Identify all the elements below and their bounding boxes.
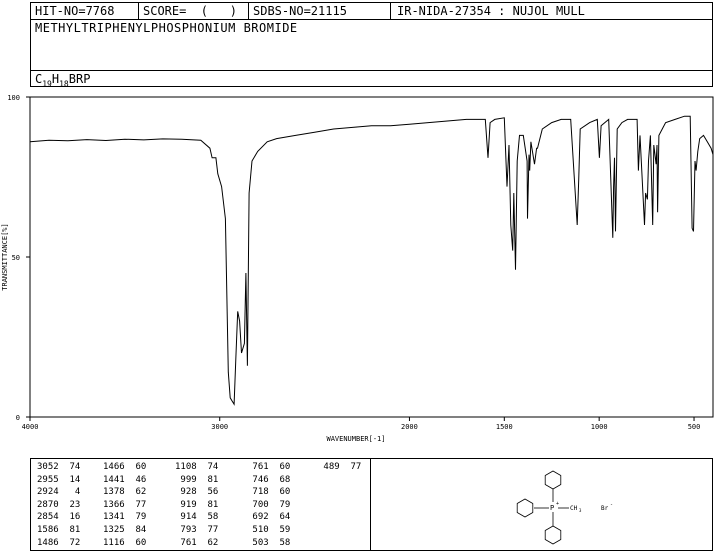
x-tick-label: 1000 <box>591 423 608 431</box>
cation-charge: + <box>556 501 559 507</box>
phenyl-ring <box>544 470 562 490</box>
peak-entry: 761 62 <box>175 537 219 548</box>
peak-entry: 1441 46 <box>103 474 147 485</box>
table-divider <box>370 459 371 550</box>
peak-entry: 2870 23 <box>37 499 81 510</box>
x-tick-label: 500 <box>688 423 701 431</box>
phenyl-ring <box>544 525 562 545</box>
peak-entry: 914 58 <box>175 512 219 523</box>
y-tick-label: 50 <box>12 254 20 262</box>
x-tick-label: 1500 <box>496 423 513 431</box>
peak-entry: 510 59 <box>247 525 291 535</box>
peak-entry: 1116 60 <box>103 537 147 548</box>
phosphorus-atom: P <box>550 504 554 512</box>
molecule-structure: P + CH 3 Br - <box>516 470 613 545</box>
peak-entry: 2955 14 <box>37 474 81 485</box>
peak-entry: 700 79 <box>247 499 291 510</box>
y-axis-label: TRANSMITTANCE[%] <box>1 223 9 290</box>
x-axis-label: WAVENUMBER[-1] <box>326 435 385 443</box>
spectrum-line <box>29 115 714 406</box>
peak-entry: 692 64 <box>247 512 291 523</box>
x-tick-label: 4000 <box>22 423 39 431</box>
peak-entry: 503 58 <box>247 537 291 548</box>
peak-entry: 1108 74 <box>175 462 219 472</box>
anion-charge: - <box>610 502 613 508</box>
peak-table: 3052 74 2955 14 2924 4 2870 23 2854 16 1586 8… <box>30 458 713 551</box>
chart-axes <box>29 96 714 418</box>
peak-entry: 3052 74 <box>37 462 81 472</box>
peak-entry: 1586 81 <box>37 525 81 535</box>
peak-entry: 999 81 <box>175 474 219 485</box>
peak-entry: 1341 79 <box>103 512 147 523</box>
phenyl-ring <box>516 498 534 518</box>
peak-entry: 928 56 <box>175 487 219 498</box>
peak-entry: 1378 62 <box>103 487 147 498</box>
peak-entry: 718 60 <box>247 487 291 498</box>
ir-spectrum-chart: 4000 3000 2000 1500 1000 500 0 50 100 WAVENUMBER… <box>1 94 714 443</box>
peak-entry: 1325 84 <box>103 525 147 535</box>
peak-entry: 746 68 <box>247 474 291 485</box>
methyl-subscript: 3 <box>579 508 582 513</box>
peak-entry: 761 60 <box>247 462 291 472</box>
peak-entry: 2854 16 <box>37 512 81 523</box>
peak-entry: 2924 4 <box>37 487 81 498</box>
peak-entry: 1366 77 <box>103 499 147 510</box>
y-tick-label: 0 <box>16 414 20 422</box>
bromide-anion: Br <box>601 505 609 512</box>
methyl-group: CH <box>570 505 578 512</box>
peak-entry: 793 77 <box>175 525 219 535</box>
plot-frame <box>29 96 714 418</box>
y-tick-label: 100 <box>7 94 20 102</box>
x-tick-label: 3000 <box>211 423 228 431</box>
x-tick-label: 2000 <box>401 423 418 431</box>
chart-ticks: 4000 3000 2000 1500 1000 500 0 50 100 <box>7 94 700 431</box>
peak-entry: 919 81 <box>175 499 219 510</box>
peak-entry: 1466 60 <box>103 462 147 472</box>
peak-entry: 489 77 <box>318 462 362 472</box>
peak-entry: 1486 72 <box>37 537 81 548</box>
